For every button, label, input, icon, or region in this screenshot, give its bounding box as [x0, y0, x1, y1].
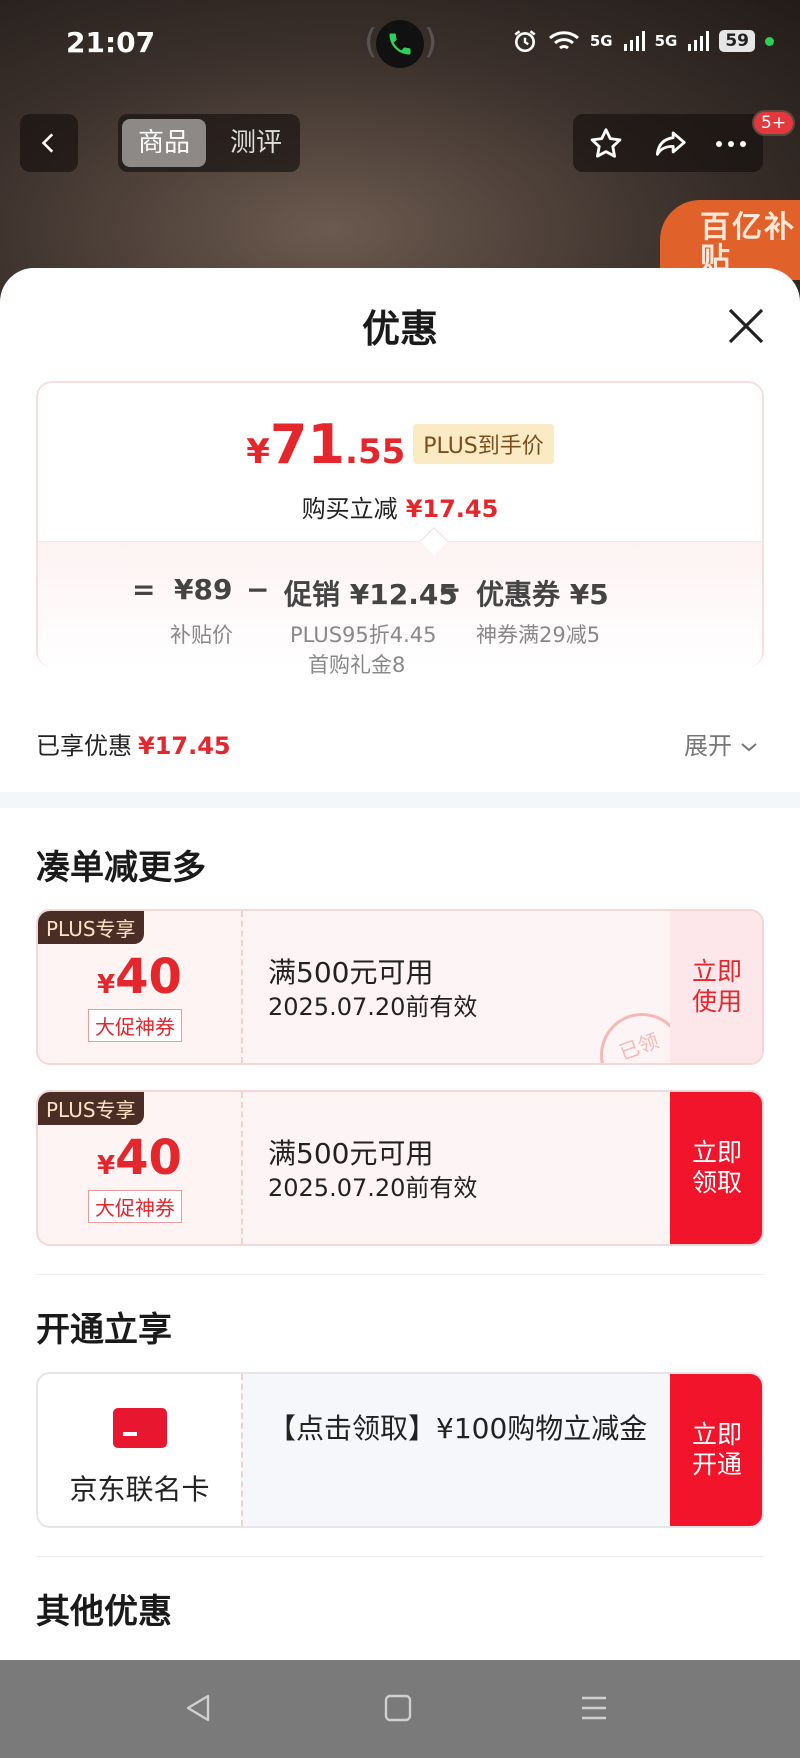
system-nav-bar [0, 1660, 800, 1758]
divider [36, 1556, 764, 1557]
chevron-left-icon [41, 133, 54, 153]
network-label-1: 5G [589, 32, 613, 50]
back-triangle-icon[interactable] [182, 1692, 214, 1724]
instant-discount-label: 购买立减 [301, 495, 398, 523]
menu-lines-icon[interactable] [578, 1692, 610, 1724]
plus-exclusive-badge: PLUS专享 [38, 911, 144, 944]
chevron-down-icon [740, 743, 757, 752]
share-icon[interactable] [651, 125, 689, 163]
claim-now-label: 立即 领取 [691, 1138, 742, 1197]
enjoyed-value: ¥17.45 [138, 732, 231, 760]
activate-now-button[interactable]: 立即 开通 [670, 1374, 762, 1526]
network-label-2: 5G [654, 32, 678, 50]
final-price: ¥71.55 PLUS到手价 [38, 413, 762, 476]
formula-minus-1: − [246, 573, 270, 606]
formula-coupon: 优惠券 ¥5 [476, 578, 609, 611]
price-breakdown-card: ¥71.55 PLUS到手价 购买立减 ¥17.45 = ¥89 补贴价 − 促销 … [36, 381, 764, 677]
formula-equals: = [132, 573, 156, 606]
coupon-card: PLUS专享 ¥40 大促神券 满500元可用 2025.07.20前有效 立即… [36, 1090, 764, 1246]
coupon-condition: 满500元可用 [268, 1137, 434, 1170]
instant-discount-value: ¥17.45 [405, 495, 499, 523]
more-section-title: 凑单减更多 [36, 848, 206, 888]
product-tabs: 商品 测评 [118, 114, 300, 172]
formula-base-price: ¥89 [174, 573, 233, 606]
call-pill-right: ) [424, 22, 438, 62]
price-integer: 71 [269, 413, 346, 476]
coupon-type: 大促神券 [88, 1190, 182, 1223]
nav-actions [573, 114, 763, 172]
coupon-type: 大促神券 [88, 1009, 182, 1042]
coupon-amount-value: 40 [115, 1130, 182, 1186]
enjoyed-label: 已享优惠 [36, 732, 132, 760]
coupon-validity: 2025.07.20前有效 [268, 1174, 478, 1202]
price-decimal: .55 [345, 432, 406, 472]
price-currency: ¥ [246, 432, 270, 472]
wifi-icon [548, 31, 579, 50]
card-name: 京东联名卡 [69, 1473, 210, 1506]
cobrand-card-offer: 京东联名卡 【点击领取】¥100购物立减金 立即 开通 [36, 1372, 764, 1528]
signal-icon [623, 31, 645, 51]
open-section-title: 开通立享 [36, 1310, 172, 1350]
enjoyed-discount: 已享优惠 ¥17.45 [36, 726, 231, 761]
instant-discount: 购买立减 ¥17.45 [38, 489, 762, 524]
credit-card-icon [113, 1408, 167, 1448]
card-offer-text: 【点击领取】¥100购物立减金 [268, 1412, 648, 1445]
home-square-icon[interactable] [382, 1692, 414, 1724]
use-now-button[interactable]: 立即 使用 [670, 911, 762, 1063]
other-section-title: 其他优惠 [36, 1592, 172, 1632]
status-bar: 21:07 ( ) 5G 5G 59 [0, 0, 800, 90]
plus-price-tag: PLUS到手价 [413, 424, 554, 464]
formula-promo-sub-2: 首购礼金8 [308, 653, 406, 677]
privacy-dot [765, 36, 774, 46]
divider [36, 1274, 764, 1275]
section-divider [0, 792, 800, 808]
battery-indicator: 59 [719, 30, 755, 52]
plus-exclusive-badge: PLUS专享 [38, 1092, 144, 1125]
coupon-currency: ¥ [97, 970, 116, 1000]
formula-coupon-label: 神券满29减5 [476, 623, 601, 647]
expand-label: 展开 [684, 732, 732, 760]
tab-review[interactable]: 测评 [218, 119, 294, 167]
signal-icon [688, 31, 710, 51]
coupon-currency: ¥ [97, 1151, 116, 1181]
notification-badge: 5+ [752, 110, 796, 136]
discount-sheet: 优惠 ¥71.55 PLUS到手价 购买立减 ¥17.45 = ¥89 补贴价 − … [0, 268, 800, 1660]
status-time: 21:07 [66, 26, 156, 59]
active-call-indicator[interactable]: ( ) [364, 18, 438, 70]
claim-now-button[interactable]: 立即 领取 [670, 1092, 762, 1244]
tab-product[interactable]: 商品 [122, 119, 206, 167]
card-dashed-line [241, 1374, 243, 1526]
more-icon[interactable] [711, 125, 751, 163]
expand-button[interactable]: 展开 [684, 726, 758, 761]
formula-promo-sub-1: PLUS95折4.45 [290, 623, 437, 647]
coupon-amount: ¥40 [38, 1130, 241, 1186]
alarm-icon [514, 30, 536, 53]
sheet-title: 优惠 [361, 307, 438, 351]
use-now-label: 立即 使用 [691, 957, 742, 1016]
coupon-validity: 2025.07.20前有效 [268, 993, 478, 1021]
activate-now-label: 立即 开通 [691, 1420, 742, 1479]
product-nav-bar: 商品 测评 [0, 112, 800, 174]
star-icon[interactable] [587, 125, 625, 163]
back-button[interactable] [20, 114, 78, 172]
status-icons: 5G 5G 59 [512, 28, 774, 54]
formula-base-label: 补贴价 [170, 623, 233, 647]
coupon-condition: 满500元可用 [268, 956, 434, 989]
close-icon[interactable] [724, 304, 768, 348]
formula-promo: 促销 ¥12.45 [284, 578, 458, 611]
coupon-card: PLUS专享 ¥40 大促神券 满500元可用 2025.07.20前有效 已领… [36, 909, 764, 1065]
formula-minus-2: − [438, 573, 462, 606]
coupon-amount: ¥40 [38, 949, 241, 1005]
phone-icon [389, 33, 411, 55]
coupon-amount-value: 40 [115, 949, 182, 1005]
